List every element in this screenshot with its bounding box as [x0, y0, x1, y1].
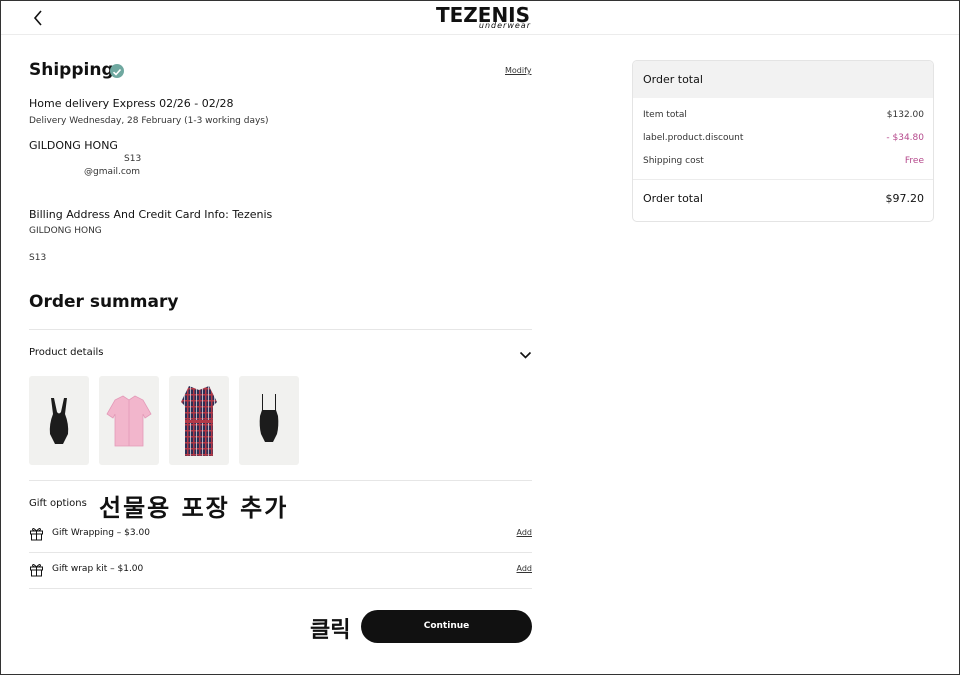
shipping-cost-value: Free [904, 156, 924, 166]
discount-row: label.product.discount - $34.80 [643, 133, 924, 147]
item-total-label: Item total [643, 110, 687, 120]
item-total-row: Item total $132.00 [643, 110, 924, 124]
order-total-header: Order total [633, 61, 933, 98]
divider [29, 588, 532, 589]
modify-link[interactable]: Modify [505, 66, 532, 75]
product-details-label[interactable]: Product details [29, 347, 103, 358]
billing-name: GILDONG HONG [29, 226, 102, 236]
gift-option-text: Gift Wrapping – $3.00 [52, 528, 150, 538]
discount-label: label.product.discount [643, 133, 744, 143]
gift-add-link[interactable]: Add [517, 564, 533, 573]
recipient-email: @gmail.com [84, 167, 141, 177]
gift-options-label: Gift options [29, 498, 87, 509]
continue-button[interactable]: Continue [361, 610, 532, 643]
order-total-label: Order total [643, 192, 703, 205]
delivery-note: Delivery Wednesday, 28 February (1-3 wor… [29, 116, 269, 126]
logo-sub: underwear [478, 21, 531, 30]
product-thumb-black-bodysuit[interactable] [29, 376, 89, 465]
gift-annotation: 선물용 포장 추가 [99, 494, 289, 522]
gift-add-link[interactable]: Add [517, 528, 533, 537]
delivery-method: Home delivery Express 02/26 - 02/28 [29, 97, 234, 110]
recipient-address: S13 [124, 154, 142, 164]
gift-option-row[interactable]: Gift Wrapping – $3.00 Add [29, 522, 532, 546]
tezenis-logo[interactable]: TEZENIS underwear [433, 4, 533, 32]
product-thumb-pink-pajama[interactable] [99, 376, 159, 465]
shipping-cost-label: Shipping cost [643, 156, 704, 166]
recipient-name: GILDONG HONG [29, 139, 118, 152]
order-total-card: Order total Item total $132.00 label.pro… [632, 60, 934, 222]
verified-check-icon [110, 64, 124, 78]
billing-address: S13 [29, 253, 47, 263]
shipping-title: Shipping [29, 60, 114, 80]
billing-title: Billing Address And Credit Card Info: Te… [29, 208, 273, 221]
item-total-value: $132.00 [886, 110, 924, 120]
divider [29, 552, 532, 553]
order-total-title: Order total [643, 73, 703, 86]
divider [29, 480, 532, 481]
header: TEZENIS underwear [1, 1, 959, 35]
gift-icon [29, 526, 44, 541]
shipping-cost-row: Shipping cost Free [643, 156, 924, 170]
order-total-value: $97.20 [885, 192, 925, 205]
gift-option-row[interactable]: Gift wrap kit – $1.00 Add [29, 558, 532, 582]
chevron-down-icon[interactable] [519, 345, 532, 359]
click-annotation: 클릭 [310, 618, 351, 643]
order-summary-title: Order summary [29, 292, 179, 312]
gift-icon [29, 562, 44, 577]
divider [633, 179, 933, 180]
gift-option-text: Gift wrap kit – $1.00 [52, 564, 144, 574]
back-arrow-icon[interactable] [31, 9, 47, 27]
product-thumb-plaid-robe[interactable] [169, 376, 229, 465]
product-thumb-black-bodysuit-square[interactable] [239, 376, 299, 465]
divider [29, 329, 532, 330]
discount-value: - $34.80 [886, 133, 924, 143]
